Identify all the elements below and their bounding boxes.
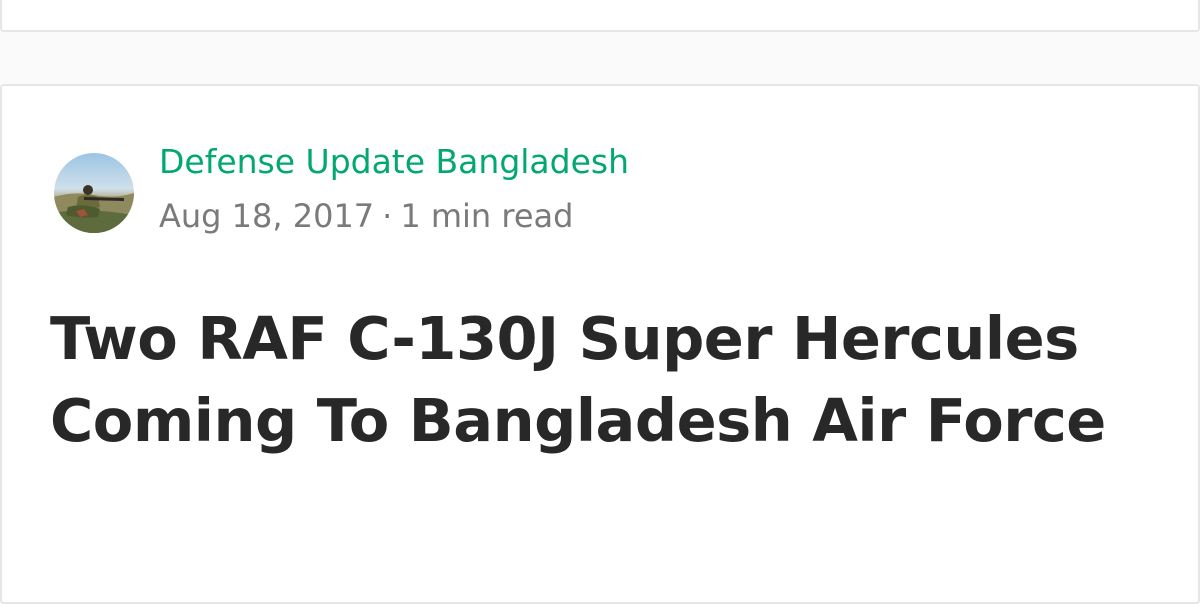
post-card[interactable]: Defense Update Bangladesh Aug 18, 2017 · 1… xyxy=(0,84,1200,604)
previous-post-card[interactable] xyxy=(0,0,1200,32)
meta-separator: · xyxy=(382,197,393,235)
read-time: 1 min read xyxy=(400,197,574,235)
post-meta: Aug 18, 2017 · 1 min read xyxy=(159,197,573,235)
author-name-link[interactable]: Defense Update Bangladesh xyxy=(159,142,629,181)
post-title[interactable]: Two RAF C-130J Super Hercules Coming To … xyxy=(50,298,1150,462)
post-date[interactable]: Aug 18, 2017 xyxy=(159,197,374,235)
author-avatar[interactable] xyxy=(54,153,134,233)
